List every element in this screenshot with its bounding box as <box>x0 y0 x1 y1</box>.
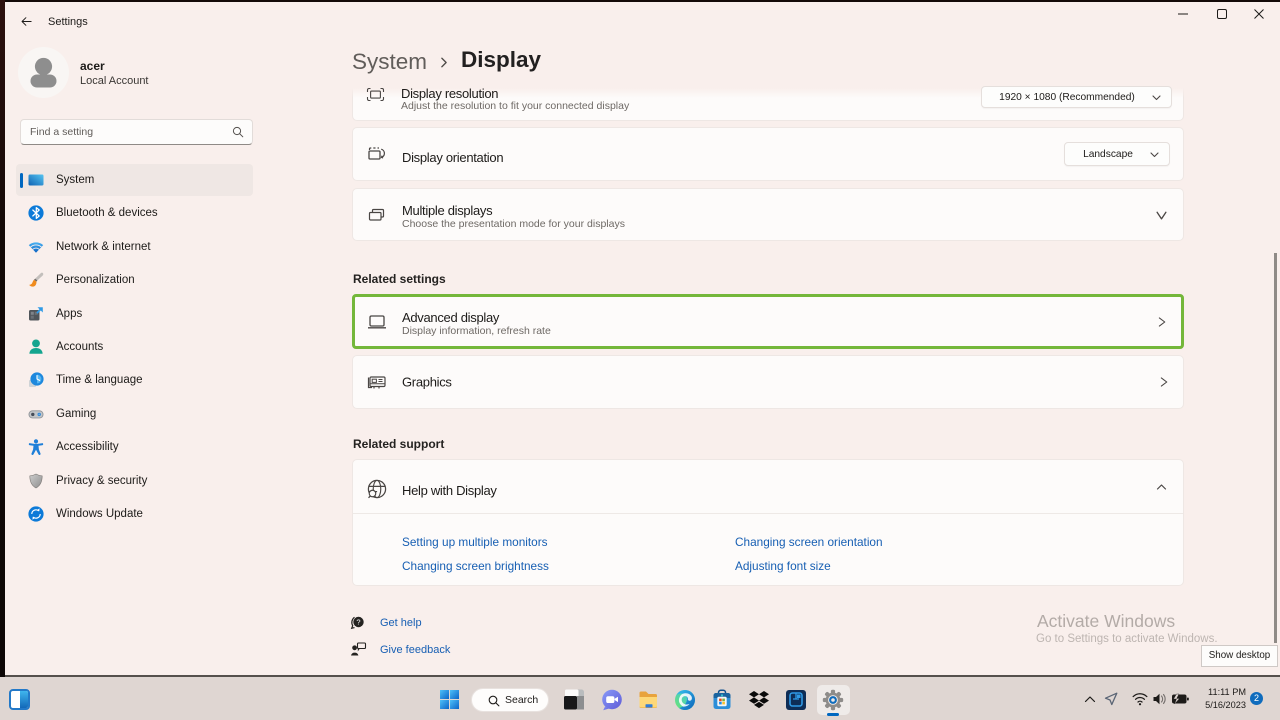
svg-text:?: ? <box>356 618 360 627</box>
